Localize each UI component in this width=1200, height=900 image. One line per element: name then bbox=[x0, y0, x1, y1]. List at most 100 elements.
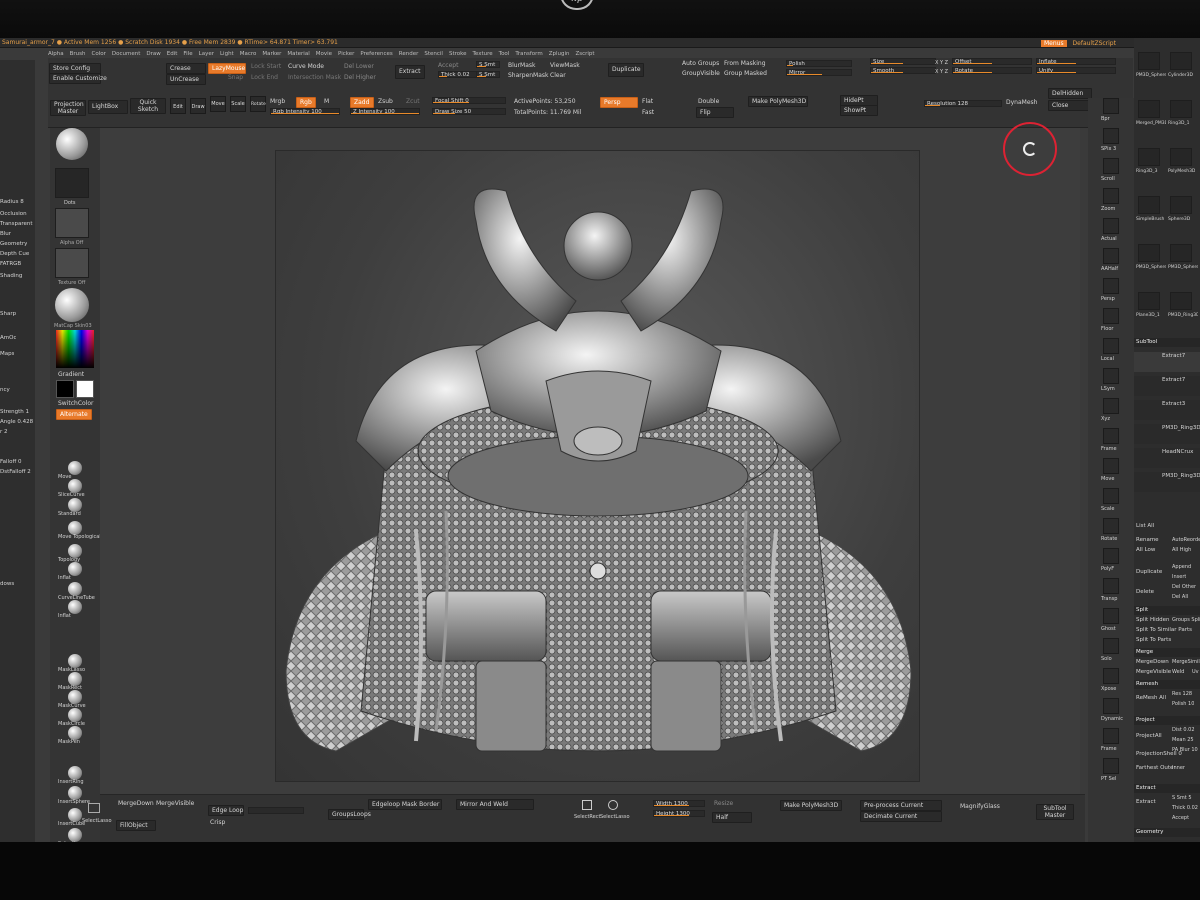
xyz-toggle-a[interactable]: X Y Z bbox=[935, 59, 948, 67]
right-panel-all-high[interactable]: All High bbox=[1172, 546, 1191, 554]
edgeloop-mask-border-button[interactable]: Edgeloop Mask Border bbox=[368, 799, 442, 810]
left-panel-item[interactable]: AmOc bbox=[0, 334, 16, 342]
right-panel-farthest-outer[interactable]: Farthest Outer bbox=[1134, 764, 1200, 773]
menu-texture[interactable]: Texture bbox=[473, 51, 493, 57]
enable-customize-button[interactable]: Enable Customize bbox=[49, 73, 107, 84]
left-panel-item[interactable]: Maps bbox=[0, 350, 14, 358]
blurmask-button[interactable]: BlurMask bbox=[508, 62, 536, 70]
close-holes-button[interactable]: Close bbox=[1048, 100, 1092, 111]
menu-file[interactable]: File bbox=[183, 51, 192, 57]
right-tray-scale-icon[interactable] bbox=[1103, 488, 1119, 504]
menu-color[interactable]: Color bbox=[92, 51, 106, 57]
menu-movie[interactable]: Movie bbox=[316, 51, 332, 57]
right-tray-transp-icon[interactable] bbox=[1103, 578, 1119, 594]
right-panel-geometry[interactable]: Geometry bbox=[1134, 828, 1200, 837]
subtool-master-button[interactable]: SubTool Master bbox=[1036, 804, 1074, 820]
rgb-button[interactable]: Rgb bbox=[296, 97, 316, 108]
menu-tool[interactable]: Tool bbox=[499, 51, 510, 57]
left-panel-item[interactable]: Shading bbox=[0, 272, 22, 280]
left-panel-item[interactable]: ncy bbox=[0, 386, 10, 394]
menu-render[interactable]: Render bbox=[399, 51, 419, 57]
flip-button[interactable]: Flip bbox=[696, 107, 734, 118]
right-tray-ghost-icon[interactable] bbox=[1103, 608, 1119, 624]
left-panel-item[interactable]: Sharp bbox=[0, 310, 16, 318]
right-panel-split[interactable]: Split bbox=[1134, 606, 1200, 615]
right-panel-merge[interactable]: Merge bbox=[1134, 648, 1200, 657]
crease-button[interactable]: Crease bbox=[166, 63, 206, 74]
showpt-button[interactable]: ShowPt bbox=[840, 105, 878, 116]
draw-size-slider[interactable]: Draw Size 50 bbox=[432, 108, 506, 115]
alternate-button[interactable]: Alternate bbox=[56, 409, 92, 420]
left-panel-item[interactable]: Angle 0.428 bbox=[0, 418, 33, 426]
right-panel-mergevisible[interactable]: MergeVisible bbox=[1134, 668, 1200, 677]
subtool-item[interactable]: Extract3 bbox=[1134, 400, 1200, 420]
flat-button[interactable]: Flat bbox=[642, 98, 653, 106]
menu-stencil[interactable]: Stencil bbox=[424, 51, 443, 57]
mirror-and-weld-button[interactable]: Mirror And Weld bbox=[456, 799, 534, 810]
lock-end-button[interactable]: Lock End bbox=[251, 74, 278, 82]
subtool-header[interactable]: SubTool bbox=[1134, 338, 1200, 347]
inflate-slider[interactable]: Inflate bbox=[1036, 58, 1116, 65]
menu-macro[interactable]: Macro bbox=[240, 51, 257, 57]
menu-draw[interactable]: Draw bbox=[146, 51, 160, 57]
width-slider[interactable]: Width 1300 bbox=[653, 800, 705, 807]
subtool-item[interactable]: PM3D_Ring3D bbox=[1134, 472, 1200, 492]
menu-material[interactable]: Material bbox=[287, 51, 309, 57]
rotate-slider[interactable]: Rotate bbox=[952, 67, 1032, 74]
rotate-mode-icon[interactable]: Rotate bbox=[250, 96, 266, 112]
menu-stroke[interactable]: Stroke bbox=[449, 51, 467, 57]
left-panel-item[interactable]: FATRGB bbox=[0, 260, 21, 268]
right-tray-pt-sel-icon[interactable] bbox=[1103, 758, 1119, 774]
material-matcap-icon[interactable] bbox=[55, 288, 89, 322]
right-panel-del-other[interactable]: Del Other bbox=[1172, 583, 1196, 591]
lightbox-button[interactable]: LightBox bbox=[88, 100, 128, 114]
texture-thumb[interactable] bbox=[55, 248, 89, 278]
zscript-label[interactable]: DefaultZScript bbox=[1073, 40, 1116, 47]
left-panel-item[interactable]: Blur bbox=[0, 230, 11, 238]
right-panel-pa-blur[interactable]: PA Blur 10 bbox=[1172, 746, 1198, 754]
right-panel-remesh[interactable]: Remesh bbox=[1134, 680, 1200, 689]
alpha-thumb[interactable] bbox=[55, 208, 89, 238]
right-tray-scroll-icon[interactable] bbox=[1103, 158, 1119, 174]
from-masking-button[interactable]: From Masking bbox=[724, 60, 766, 68]
quick-sketch-button[interactable]: Quick Sketch bbox=[130, 98, 166, 114]
resolution-slider[interactable]: Resolution 128 bbox=[924, 100, 1002, 107]
tool-thumbnail[interactable] bbox=[1170, 196, 1192, 214]
left-panel-item[interactable]: Transparent bbox=[0, 220, 33, 228]
color-picker[interactable] bbox=[56, 330, 94, 368]
mergevisible-button[interactable]: MergeVisible bbox=[156, 800, 194, 808]
edge-loop-button[interactable]: Edge Loop bbox=[208, 805, 244, 816]
right-panel-res[interactable]: Res 128 bbox=[1172, 690, 1192, 698]
right-tray-zoom-icon[interactable] bbox=[1103, 188, 1119, 204]
subtool-item[interactable]: PM3D_Ring3D bbox=[1134, 424, 1200, 444]
snap-button[interactable]: Snap bbox=[228, 74, 243, 82]
left-panel-item[interactable]: DstFalloff 2 bbox=[0, 468, 31, 476]
secondary-color-swatch[interactable] bbox=[56, 380, 74, 398]
groupsloops-button[interactable]: GroupsLoops bbox=[328, 809, 371, 820]
delhidden-button[interactable]: DelHidden bbox=[1048, 88, 1092, 99]
select-lasso-icon-2[interactable] bbox=[608, 800, 618, 810]
select-lasso-icon[interactable] bbox=[88, 803, 100, 813]
tool-thumbnail[interactable] bbox=[1170, 148, 1192, 166]
crisp-button[interactable]: Crisp bbox=[210, 819, 225, 827]
auto-groups-button[interactable]: Auto Groups bbox=[682, 60, 719, 68]
sharpenmask-button[interactable]: SharpenMask bbox=[508, 72, 549, 80]
s-smt-slider[interactable]: S Smt bbox=[476, 61, 500, 68]
s-smt-slider-2[interactable]: S Smt bbox=[476, 71, 500, 78]
right-tray-frame-icon[interactable] bbox=[1103, 728, 1119, 744]
left-panel-item[interactable]: Strength 1 bbox=[0, 408, 29, 416]
smooth-slider[interactable]: Smooth bbox=[870, 67, 936, 74]
menu-zplugin[interactable]: Zplugin bbox=[549, 51, 570, 57]
right-panel-groups-split[interactable]: Groups Split bbox=[1172, 616, 1200, 624]
rotation-gizmo-icon[interactable] bbox=[1003, 122, 1057, 176]
mergedown-button[interactable]: MergeDown bbox=[118, 800, 154, 808]
right-panel-thick[interactable]: Thick 0.02 bbox=[1172, 804, 1198, 812]
right-panel-extract[interactable]: Extract bbox=[1134, 784, 1200, 793]
extract-button[interactable]: Extract bbox=[395, 65, 425, 79]
right-tray-dynamic-icon[interactable] bbox=[1103, 698, 1119, 714]
rgb-intensity-slider[interactable]: Rgb Intensity 100 bbox=[270, 108, 340, 115]
dynamesh-button[interactable]: DynaMesh bbox=[1006, 99, 1037, 107]
current-brush-icon[interactable] bbox=[56, 128, 88, 160]
tool-thumbnail[interactable] bbox=[1170, 52, 1192, 70]
uncrease-button[interactable]: UnCrease bbox=[166, 74, 206, 85]
